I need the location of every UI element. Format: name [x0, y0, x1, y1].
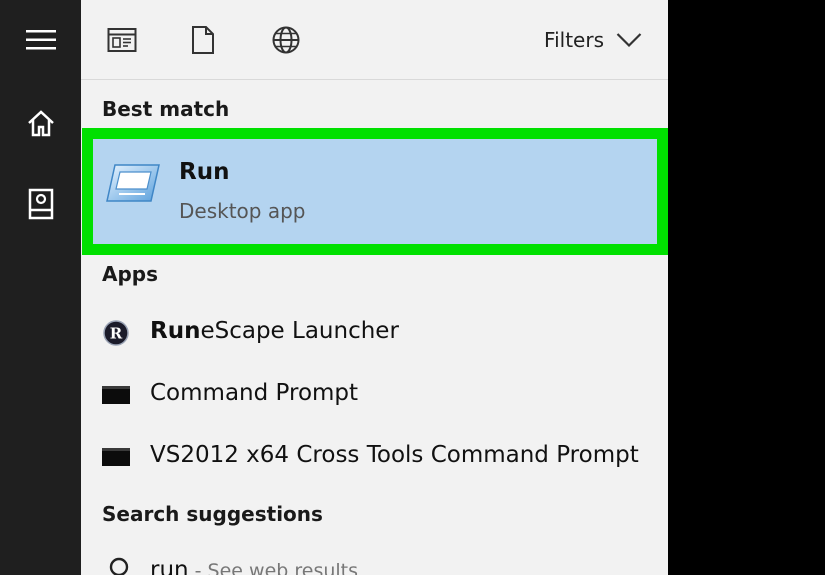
notebook-button[interactable]	[0, 174, 81, 234]
apps-heading: Apps	[102, 262, 159, 286]
best-match-title: Run	[179, 159, 230, 185]
runescape-icon: R	[103, 320, 129, 346]
search-icon	[109, 557, 129, 575]
hamburger-menu-icon	[25, 30, 56, 50]
best-match-subtitle: Desktop app	[179, 199, 306, 223]
chevron-down-icon	[616, 33, 642, 48]
web-filter-icon	[272, 26, 300, 54]
suggestion-text: run - See web results	[150, 557, 359, 575]
filter-toolbar: Filters	[81, 0, 668, 80]
app-label-command-prompt: Command Prompt	[150, 380, 359, 406]
app-label-runescape: RuneScape Launcher	[150, 318, 399, 344]
desktop-backdrop	[668, 0, 825, 575]
command-prompt-icon	[102, 448, 130, 466]
app-item-runescape-launcher[interactable]: R RuneScape Launcher	[81, 306, 668, 360]
app-item-vs2012-cross-tools[interactable]: VS2012 x64 Cross Tools Command Prompt	[81, 430, 668, 484]
best-match-item-run[interactable]: Run Desktop app	[82, 128, 668, 255]
home-icon	[27, 110, 54, 137]
documents-filter-icon	[192, 26, 214, 54]
notebook-icon	[28, 188, 53, 220]
search-panel: Filters Best match Run Desktop app Apps …	[81, 0, 668, 575]
filters-dropdown[interactable]: Filters	[544, 24, 642, 56]
app-label-vs2012: VS2012 x64 Cross Tools Command Prompt	[150, 442, 639, 468]
web-filter-button[interactable]	[268, 22, 304, 58]
suggestion-item-run[interactable]: run - See web results	[81, 545, 668, 575]
menu-button[interactable]	[0, 10, 81, 70]
documents-filter-button[interactable]	[185, 22, 221, 58]
svg-text:R: R	[110, 325, 123, 343]
run-app-icon	[106, 164, 160, 202]
app-item-command-prompt[interactable]: Command Prompt	[81, 368, 668, 422]
best-match-heading: Best match	[102, 97, 230, 121]
home-button[interactable]	[0, 93, 81, 153]
apps-filter-icon	[107, 28, 137, 52]
start-rail	[0, 0, 81, 575]
apps-filter-button[interactable]	[104, 22, 140, 58]
search-suggestions-heading: Search suggestions	[102, 502, 323, 526]
command-prompt-icon	[102, 386, 130, 404]
filters-label: Filters	[544, 28, 604, 52]
